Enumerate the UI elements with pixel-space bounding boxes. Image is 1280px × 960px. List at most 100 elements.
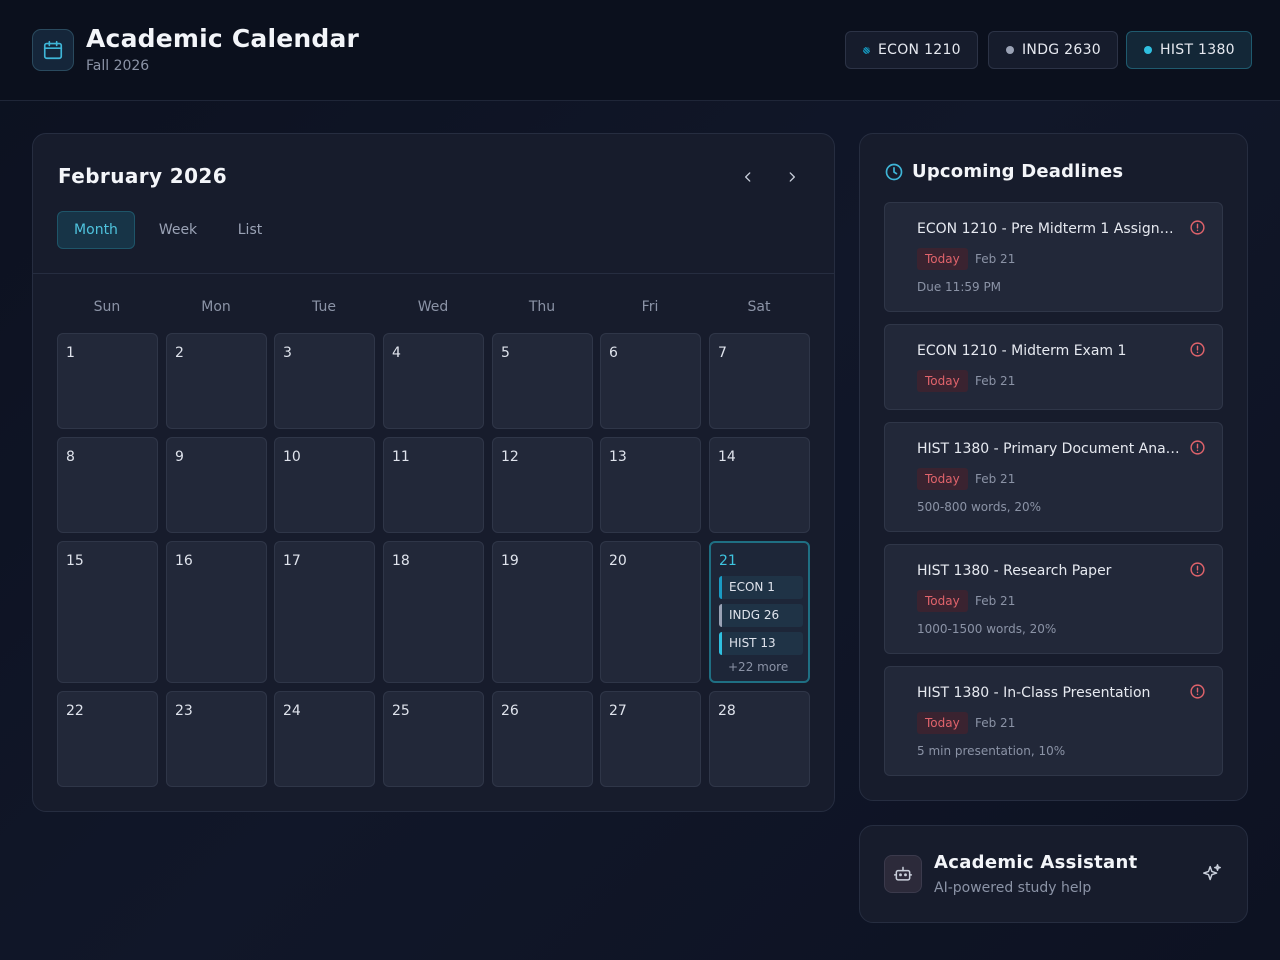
calendar-day-cell[interactable]: 3	[274, 333, 375, 429]
tab-list[interactable]: List	[221, 211, 279, 249]
app-title: Academic Calendar	[86, 24, 360, 53]
day-number: 14	[718, 449, 736, 465]
top-bar: Academic Calendar Fall 2026 ECON 1210 IN…	[0, 0, 1280, 101]
calendar-day-cell[interactable]: 4	[383, 333, 484, 429]
calendar-day-cell[interactable]: 6	[600, 333, 701, 429]
calendar-day-cell[interactable]: 12	[492, 437, 593, 533]
day-number: 8	[66, 449, 75, 465]
day-number: 27	[609, 703, 627, 719]
chevron-right-icon	[789, 172, 795, 182]
deadline-detail: Due 11:59 PM	[917, 280, 1002, 294]
calendar-day-cell[interactable]: 1	[57, 333, 158, 429]
deadline-detail: 500-800 words, 20%	[917, 500, 1042, 514]
course-filter-hist[interactable]: HIST 1380	[1126, 31, 1252, 69]
calendar-day-cell[interactable]: 17	[274, 541, 375, 683]
deadline-name: HIST 1380 - Primary Document Ana…	[917, 441, 1180, 457]
clock-icon	[885, 163, 903, 181]
day-number: 1	[66, 345, 75, 361]
calendar-day-cell[interactable]: 8	[57, 437, 158, 533]
calendar-day-cell[interactable]: 26	[492, 691, 593, 787]
deadline-card[interactable]: HIST 1380 - Research Paper Today Feb 21 100…	[884, 544, 1223, 654]
deadline-card[interactable]: ECON 1210 - Pre Midterm 1 Assign… Today Fe…	[884, 202, 1223, 312]
sparkle-icon	[1203, 864, 1221, 881]
deadline-date: Feb 21	[975, 472, 1016, 486]
calendar-event[interactable]: ECON 1	[719, 576, 803, 599]
calendar-day-cell[interactable]: 10	[274, 437, 375, 533]
day-number: 11	[392, 449, 410, 465]
day-number: 16	[175, 553, 193, 569]
calendar-day-cell[interactable]: 16	[166, 541, 267, 683]
calendar-day-cell[interactable]: 23	[166, 691, 267, 787]
assistant-card[interactable]: Academic Assistant AI-powered study help	[859, 825, 1248, 923]
robot-icon	[884, 855, 922, 893]
day-number: 28	[718, 703, 736, 719]
chevron-left-icon	[745, 172, 751, 182]
calendar-day-cell[interactable]: 22	[57, 691, 158, 787]
calendar-day-cell[interactable]: 9	[166, 437, 267, 533]
calendar-panel: February 2026 Month Week List Sun Mon Tue W…	[32, 133, 835, 812]
day-number: 2	[175, 345, 184, 361]
calendar-day-cell[interactable]: 18	[383, 541, 484, 683]
due-today-badge: Today	[917, 590, 968, 612]
calendar-day-cell[interactable]: 5	[492, 333, 593, 429]
calendar-day-cell[interactable]: 7	[709, 333, 810, 429]
calendar-day-cell[interactable]: 14	[709, 437, 810, 533]
day-number: 17	[283, 553, 301, 569]
alert-circle-icon	[1190, 684, 1205, 699]
calendar-day-cell[interactable]: 25	[383, 691, 484, 787]
due-today-badge: Today	[917, 248, 968, 270]
calendar-day-cell[interactable]: 24	[274, 691, 375, 787]
term-subtitle: Fall 2026	[86, 58, 150, 74]
course-color-dot	[1144, 46, 1152, 54]
deadline-card[interactable]: HIST 1380 - In-Class Presentation Today Fe…	[884, 666, 1223, 776]
alert-circle-icon	[1190, 342, 1205, 357]
calendar-day-cell[interactable]: 21 ECON 1 INDG 26 HIST 13 +22 more	[709, 541, 810, 683]
course-filter-econ[interactable]: ECON 1210	[845, 31, 978, 69]
deadline-date: Feb 21	[975, 374, 1016, 388]
weekday-label: Thu	[528, 299, 556, 315]
next-month-button[interactable]	[779, 164, 805, 190]
assistant-subtitle: AI-powered study help	[934, 880, 1092, 896]
calendar-day-cell[interactable]: 28	[709, 691, 810, 787]
calendar-event[interactable]: HIST 13	[719, 632, 803, 655]
calendar-day-cell[interactable]: 27	[600, 691, 701, 787]
day-number: 3	[283, 345, 292, 361]
day-number: 6	[609, 345, 618, 361]
deadline-card[interactable]: HIST 1380 - Primary Document Ana… Today Fe…	[884, 422, 1223, 532]
tab-week[interactable]: Week	[145, 211, 211, 249]
deadline-name: HIST 1380 - In-Class Presentation	[917, 685, 1151, 701]
course-filter-label: INDG 2630	[1022, 42, 1102, 58]
calendar-day-cell[interactable]: 20	[600, 541, 701, 683]
day-number: 26	[501, 703, 519, 719]
prev-month-button[interactable]	[735, 164, 761, 190]
weekday-label: Sat	[747, 299, 771, 315]
alert-circle-icon	[1190, 562, 1205, 577]
due-today-badge: Today	[917, 712, 968, 734]
due-today-badge: Today	[917, 468, 968, 490]
calendar-day-cell[interactable]: 13	[600, 437, 701, 533]
deadline-date: Feb 21	[975, 252, 1016, 266]
day-number: 21	[719, 553, 737, 569]
calendar-day-cell[interactable]: 19	[492, 541, 593, 683]
day-number: 10	[283, 449, 301, 465]
course-filter-label: HIST 1380	[1160, 42, 1235, 58]
calendar-day-cell[interactable]: 11	[383, 437, 484, 533]
deadline-name: ECON 1210 - Midterm Exam 1	[917, 343, 1127, 359]
deadline-name: HIST 1380 - Research Paper	[917, 563, 1112, 579]
calendar-day-cell[interactable]: 2	[166, 333, 267, 429]
more-events-link[interactable]: +22 more	[728, 660, 788, 674]
deadline-card[interactable]: ECON 1210 - Midterm Exam 1 Today Feb 21	[884, 324, 1223, 410]
calendar-divider	[33, 273, 834, 274]
assistant-title: Academic Assistant	[934, 852, 1138, 873]
day-number: 25	[392, 703, 410, 719]
calendar-day-cell[interactable]: 15	[57, 541, 158, 683]
weekday-label: Tue	[312, 299, 336, 315]
deadline-date: Feb 21	[975, 594, 1016, 608]
course-filter-label: ECON 1210	[878, 42, 961, 58]
alert-circle-icon	[1190, 440, 1205, 455]
deadlines-title: Upcoming Deadlines	[912, 161, 1124, 182]
day-number: 5	[501, 345, 510, 361]
tab-month[interactable]: Month	[57, 211, 135, 249]
course-filter-indg[interactable]: INDG 2630	[988, 31, 1119, 69]
calendar-event[interactable]: INDG 26	[719, 604, 803, 627]
